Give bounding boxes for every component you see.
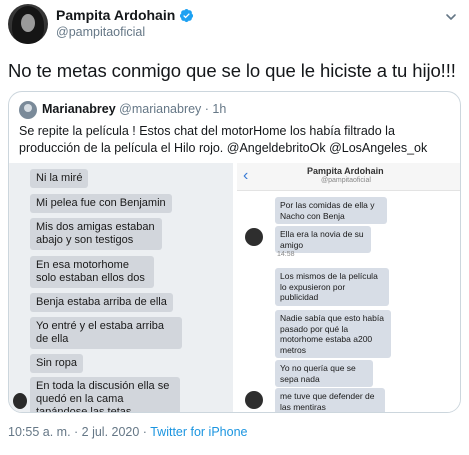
chat-message: Yo entré y el estaba arriba de ella	[30, 317, 182, 349]
chat-message: Los mismos de la película lo expusieron …	[275, 268, 389, 306]
author-row: Pampita Ardohain	[56, 7, 194, 23]
verified-icon	[180, 8, 194, 22]
quoted-avatar[interactable]	[19, 101, 37, 119]
tweet-timestamp: 10:55 a. m. · 2 jul. 2020 · Twitter for …	[8, 425, 247, 439]
chat-screenshot-right: ‹ Pampita Ardohain @pampitaoficial Por l…	[237, 163, 460, 412]
chat-message: Benja estaba arriba de ella	[30, 293, 173, 312]
quoted-text: Se repite la película ! Estos chat del m…	[19, 124, 428, 155]
quoted-media[interactable]: Ni la miré Mi pelea fue con Benjamin Mis…	[9, 163, 460, 412]
avatar-face	[21, 14, 35, 32]
quoted-time: · 1h	[204, 102, 227, 116]
chat-message: me tuve que defender de las mentiras	[275, 388, 385, 412]
chat-message: En esa motorhome solo estaban ellos dos	[30, 256, 154, 288]
chat-message: Ni la miré	[30, 169, 89, 188]
chat-message: Sin ropa	[30, 354, 83, 373]
quoted-tweet[interactable]: Marianabrey @marianabrey · 1h Se repite …	[8, 91, 461, 413]
chat-subtitle: @pampitaoficial	[321, 177, 371, 184]
chat-message: Mis dos amigas estaban abajo y son testi…	[30, 218, 162, 250]
avatar[interactable]	[8, 4, 48, 44]
author-name[interactable]: Pampita Ardohain	[56, 7, 175, 23]
chat-avatar	[245, 391, 263, 409]
author-handle[interactable]: @pampitaoficial	[56, 25, 145, 39]
chat-avatar	[13, 393, 27, 409]
quoted-header: Marianabrey @marianabrey · 1h	[42, 102, 226, 116]
tweet-text: No te metas conmigo que se lo que le hic…	[8, 60, 456, 81]
chat-message: Por las comidas de ella y Nacho con Benj…	[275, 197, 387, 224]
chat-header: ‹ Pampita Ardohain @pampitaoficial	[237, 163, 460, 191]
chat-message: Ella era la novia de su amigo	[275, 226, 371, 253]
back-chevron-icon: ‹	[243, 167, 249, 184]
quoted-handle: @marianabrey	[119, 102, 202, 116]
chat-avatar	[245, 228, 263, 246]
tweet-date[interactable]: 10:55 a. m. · 2 jul. 2020 ·	[8, 425, 150, 439]
tweet[interactable]: Pampita Ardohain @pampitaoficial No te m…	[0, 0, 469, 455]
chat-title: Pampita Ardohain	[307, 166, 384, 176]
chat-screenshot-left: Ni la miré Mi pelea fue con Benjamin Mis…	[10, 163, 233, 412]
chat-message: Nadie sabía que esto había pasado por qu…	[275, 310, 391, 358]
chat-time: 14:58	[277, 251, 295, 258]
quoted-name: Marianabrey	[42, 102, 116, 116]
tweet-source[interactable]: Twitter for iPhone	[150, 425, 247, 439]
chat-message: En toda la discusión ella se quedó en la…	[30, 377, 180, 412]
chat-message: Yo no quería que se sepa nada	[275, 360, 373, 387]
chat-message: Mi pelea fue con Benjamin	[30, 194, 172, 213]
chevron-down-icon[interactable]	[444, 10, 458, 24]
